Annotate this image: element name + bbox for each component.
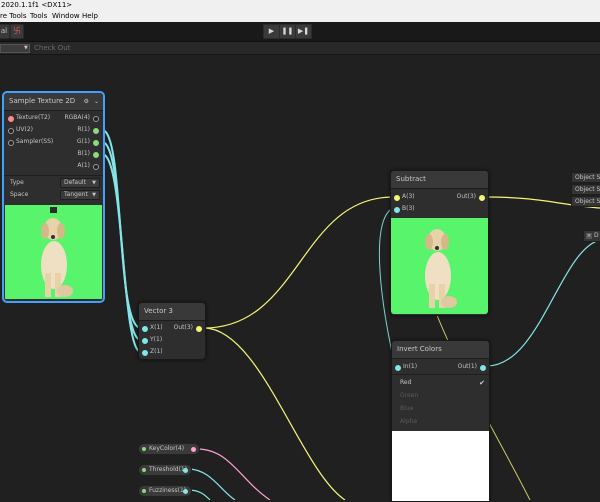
object-space-label[interactable]: Object Sp <box>571 172 600 183</box>
port-vec3-out[interactable] <box>196 326 202 332</box>
slot-y: Y(1) <box>150 336 163 343</box>
option-green-label: Green <box>400 392 419 399</box>
sample-texture-header[interactable]: Sample Texture 2D ⚙ ⌄ <box>4 93 103 111</box>
option-alpha[interactable]: Alpha <box>400 418 417 426</box>
invert-colors-title: Invert Colors <box>397 345 442 353</box>
port-uv-in[interactable] <box>8 128 14 134</box>
slot-a: A(1) <box>77 162 90 169</box>
divider <box>392 374 489 375</box>
space-label: Space <box>10 191 29 198</box>
object-space-label[interactable]: Object Sp <box>571 184 600 195</box>
divider <box>4 175 103 176</box>
port-a-in[interactable] <box>394 195 400 201</box>
slot-z: Z(1) <box>150 348 163 355</box>
port-b-out[interactable] <box>93 152 99 158</box>
port-r-out[interactable] <box>93 128 99 134</box>
slot-texture: Texture(T2) <box>16 114 51 121</box>
invert-preview <box>392 431 489 501</box>
vector3-header[interactable]: Vector 3 <box>139 303 205 321</box>
port-rgba-out[interactable] <box>93 116 99 122</box>
collapse-icon[interactable]: ⌄ <box>94 93 99 110</box>
slot-invert-out: Out(1) <box>457 363 477 370</box>
port-keycolor-out[interactable] <box>191 447 196 452</box>
slot-b-in: B(3) <box>402 205 415 212</box>
chevron-down-icon: ▼ <box>92 180 96 186</box>
invert-colors-node[interactable]: Invert Colors In(1) Out(1) Red ✔ Green B… <box>391 340 490 502</box>
property-dot-icon <box>142 447 146 451</box>
type-dropdown[interactable]: Default ▼ <box>60 178 100 188</box>
dog-image <box>425 229 457 308</box>
gear-icon[interactable]: ⚙ <box>84 93 89 110</box>
sample-texture-node[interactable]: Sample Texture 2D ⚙ ⌄ Texture(T2) UV(2) … <box>3 92 104 302</box>
type-label: Type <box>10 179 24 186</box>
slot-uv: UV(2) <box>16 126 33 133</box>
vector3-node[interactable]: Vector 3 X(1) Y(1) Z(1) Out(3) <box>138 302 206 360</box>
property-dot-icon <box>142 489 146 493</box>
slot-subtract-out: Out(3) <box>456 193 476 200</box>
option-green[interactable]: Green <box>400 392 418 400</box>
port-texture-in[interactable] <box>8 116 14 122</box>
invert-colors-header[interactable]: Invert Colors <box>392 341 489 359</box>
wire-vec3-to-subtract <box>203 196 394 329</box>
space-dropdown[interactable]: Tangent ▼ <box>60 190 100 200</box>
slot-a-in: A(3) <box>402 193 415 200</box>
side-node-label: D <box>594 232 599 239</box>
slot-sampler: Sampler(SS) <box>16 138 54 145</box>
option-red-label: Red <box>400 379 412 386</box>
checkmark-icon[interactable]: ✔ <box>479 379 485 387</box>
wire-keycolor <box>196 448 271 500</box>
property-threshold-label: Threshold(1) <box>149 466 188 473</box>
option-alpha-label: Alpha <box>400 418 418 425</box>
subtract-node[interactable]: Subtract A(3) B(3) Out(3) <box>390 170 489 316</box>
port-threshold-out[interactable] <box>183 468 188 473</box>
property-keycolor-label: KeyColor(4) <box>149 445 185 452</box>
port-b-in[interactable] <box>394 207 400 213</box>
port-subtract-out[interactable] <box>479 195 485 201</box>
slot-b: B(1) <box>77 150 90 157</box>
port-y-in[interactable] <box>142 338 148 344</box>
wire-invert-out <box>486 239 600 367</box>
vector3-title: Vector 3 <box>144 307 173 315</box>
slot-r: R(1) <box>77 126 90 133</box>
port-x-in[interactable] <box>142 326 148 332</box>
dog-image <box>41 218 73 297</box>
space-value: Tangent <box>64 191 88 198</box>
texture-preview <box>5 205 102 299</box>
property-keycolor[interactable]: KeyColor(4) <box>138 443 200 455</box>
slot-in: In(1) <box>403 363 418 370</box>
wire-threshold <box>187 468 236 500</box>
wire-vec3-to-bottom <box>203 327 346 500</box>
property-threshold[interactable]: Threshold(1) <box>138 464 192 476</box>
option-red[interactable]: Red ✔ <box>400 379 485 387</box>
object-space-label[interactable]: Object Sp <box>571 196 600 207</box>
port-z-in[interactable] <box>142 350 148 356</box>
close-icon[interactable]: × <box>586 232 592 239</box>
slot-out: Out(3) <box>173 324 193 331</box>
property-dot-icon <box>142 468 146 472</box>
option-blue[interactable]: Blue <box>400 405 413 413</box>
subtract-title: Subtract <box>396 175 426 183</box>
chevron-down-icon: ▼ <box>92 192 96 198</box>
property-fuzziness-label: Fuzziness(1) <box>149 487 187 494</box>
slot-rgba: RGBA(4) <box>64 114 90 121</box>
type-value: Default <box>64 179 86 186</box>
subtract-header[interactable]: Subtract <box>391 171 488 189</box>
slot-g: G(1) <box>76 138 90 145</box>
sample-texture-title: Sample Texture 2D <box>9 97 76 105</box>
subtract-preview <box>391 218 488 314</box>
port-invert-out[interactable] <box>480 365 486 371</box>
port-sampler-in[interactable] <box>8 140 14 146</box>
slot-x: X(1) <box>150 324 163 331</box>
side-node-button[interactable]: × D <box>583 230 600 242</box>
preview-toggle-icon[interactable] <box>50 207 57 213</box>
option-blue-label: Blue <box>400 405 414 412</box>
port-g-out[interactable] <box>93 140 99 146</box>
property-fuzziness[interactable]: Fuzziness(1) <box>138 485 192 497</box>
port-fuzziness-out[interactable] <box>183 489 188 494</box>
port-in-in[interactable] <box>395 365 401 371</box>
port-a-out[interactable] <box>93 164 99 170</box>
